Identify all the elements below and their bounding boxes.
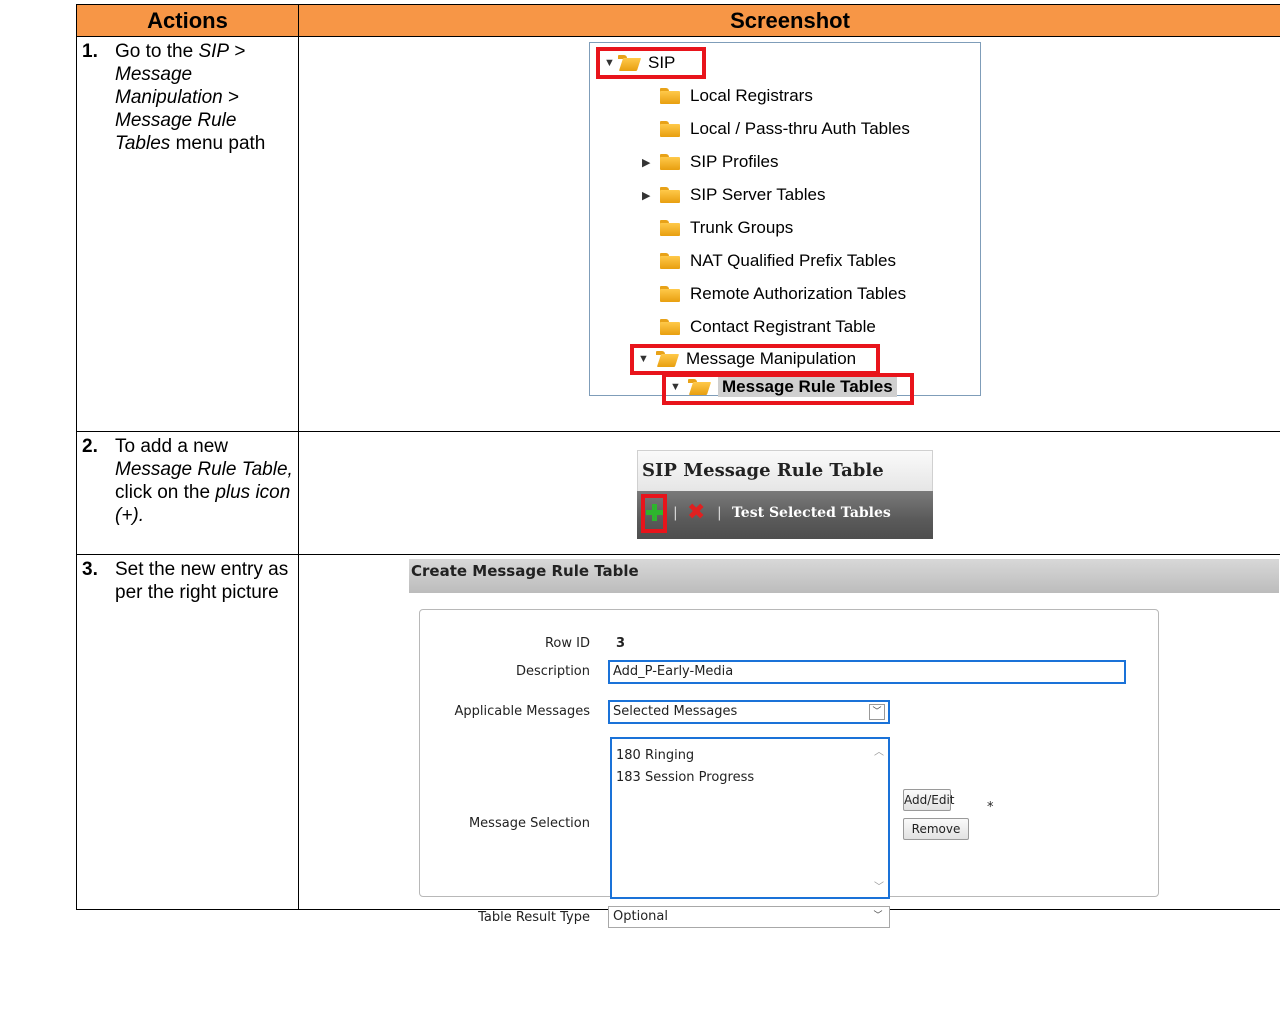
scroll-down-icon[interactable]: ﹀ [874, 878, 884, 893]
test-selected-tables-button[interactable]: Test Selected Tables [732, 505, 891, 521]
applicable-messages-select[interactable]: Selected Messages ﹀ [608, 700, 890, 724]
create-message-rule-table-panel: Create Message Rule Table Row ID 3 Descr… [409, 559, 1279, 928]
highlight-box [662, 373, 914, 405]
instruction-table: Actions Screenshot 1. Go to the SIP > Me… [76, 4, 1280, 928]
step-number: 2. [82, 436, 98, 457]
step-2-screenshot: SIP Message Rule Table | ✖ | Test Select… [298, 431, 1280, 555]
remove-button[interactable]: Remove [903, 818, 969, 840]
required-mark: * [987, 800, 994, 815]
step-text: Go to the SIP > Message Manipulation > M… [115, 41, 266, 154]
description-input[interactable]: Add_P-Early-Media [608, 660, 1126, 684]
tree-item-sip-server-tables[interactable]: ▶ SIP Server Tables [642, 182, 825, 208]
highlight-box [596, 47, 706, 79]
tree-item-local-pass-thru[interactable]: Local / Pass-thru Auth Tables [660, 116, 910, 142]
step-3-action: 3. Set the new entry as per the right pi… [76, 554, 299, 910]
step-number: 3. [82, 559, 98, 580]
create-form: Row ID 3 Description Add_P-Early-Media A… [419, 609, 1159, 928]
description-label: Description [515, 664, 590, 679]
folder-icon [660, 154, 680, 170]
separator: | [673, 505, 678, 521]
message-selection-label: Message Selection [468, 816, 590, 831]
tree-item-remote-authorization[interactable]: Remote Authorization Tables [660, 281, 906, 307]
folder-icon [660, 88, 680, 104]
screenshot-header: Screenshot [298, 4, 1280, 37]
step-2-action: 2. To add a new Message Rule Table, clic… [76, 431, 299, 555]
step-3-screenshot: Create Message Rule Table Row ID 3 Descr… [298, 554, 1280, 928]
form-title: Create Message Rule Table [409, 559, 1279, 593]
scroll-up-icon[interactable]: ︿ [874, 743, 884, 758]
highlight-box [641, 494, 667, 533]
tree-item-trunk-groups[interactable]: Trunk Groups [660, 215, 793, 241]
step-text: Set the new entry as per the right pictu… [115, 559, 289, 603]
folder-icon [660, 121, 680, 137]
tree-item-nat-qualified[interactable]: NAT Qualified Prefix Tables [660, 248, 896, 274]
sip-menu-tree: ▼ SIP Local Registrars Local / Pass-thru … [589, 42, 981, 405]
folder-icon [660, 319, 680, 335]
expand-right-icon[interactable]: ▶ [642, 156, 656, 169]
folder-icon [660, 220, 680, 236]
applicable-messages-label: Applicable Messages [454, 704, 590, 719]
table-result-type-label: Table Result Type [478, 910, 590, 925]
folder-icon [660, 286, 680, 302]
message-selection-list[interactable]: 180 Ringing 183 Session Progress ︿ ﹀ [610, 737, 890, 899]
list-item[interactable]: 180 Ringing [612, 745, 888, 767]
step-number: 1. [82, 41, 98, 62]
step-1-action: 1. Go to the SIP > Message Manipulation … [76, 36, 299, 432]
highlight-box [630, 344, 880, 375]
chevron-down-icon[interactable]: ﹀ [870, 909, 886, 925]
delete-icon[interactable]: ✖ [687, 500, 705, 525]
row-id-value: 3 [616, 636, 626, 651]
list-item[interactable]: 183 Session Progress [612, 767, 888, 789]
tree-item-sip-profiles[interactable]: ▶ SIP Profiles [642, 149, 779, 175]
expand-right-icon[interactable]: ▶ [642, 189, 656, 202]
step-text: To add a new Message Rule Table, click o… [115, 436, 293, 526]
row-id-label: Row ID [544, 636, 590, 651]
panel-title: SIP Message Rule Table [637, 450, 933, 491]
separator: | [717, 505, 722, 521]
tree-item-contact-registrant[interactable]: Contact Registrant Table [660, 314, 876, 340]
panel-toolbar: | ✖ | Test Selected Tables [637, 491, 933, 539]
sip-message-rule-table-panel: SIP Message Rule Table | ✖ | Test Select… [637, 450, 933, 540]
actions-header: Actions [76, 4, 299, 37]
chevron-down-icon[interactable]: ﹀ [869, 704, 885, 720]
add-edit-button[interactable]: Add/Edit [903, 789, 955, 811]
table-result-type-select[interactable]: Optional ﹀ [608, 906, 890, 928]
tree-item-local-registrars[interactable]: Local Registrars [660, 83, 813, 109]
step-1-screenshot: ▼ SIP Local Registrars Local / Pass-thru … [298, 36, 1280, 432]
folder-icon [660, 187, 680, 203]
folder-icon [660, 253, 680, 269]
